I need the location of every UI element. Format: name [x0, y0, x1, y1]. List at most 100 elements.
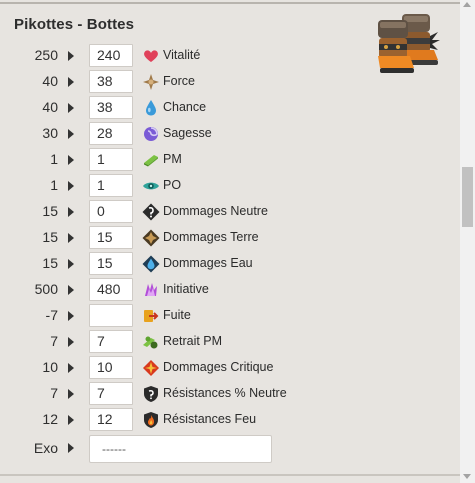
stat-base-value: 1 [50, 151, 58, 167]
neutral-damage-icon [142, 203, 160, 221]
stat-label: Dommages Terre [163, 230, 259, 244]
stat-label: Résistances % Neutre [163, 386, 287, 400]
arrow-right-icon[interactable] [68, 181, 74, 191]
stat-label: Dommages Neutre [163, 204, 268, 218]
arrow-right-icon[interactable] [68, 443, 74, 453]
stat-label: Sagesse [163, 126, 212, 140]
stat-base-value: 15 [42, 229, 58, 245]
item-title: Pikottes - Bottes [14, 16, 135, 33]
stat-base-value: 12 [42, 411, 58, 427]
exo-label: Exo [33, 440, 58, 456]
arrow-right-icon[interactable] [68, 103, 74, 113]
wisdom-icon [144, 127, 158, 141]
stat-row-sagesse: 30 28 Sagesse [0, 122, 320, 146]
stat-base-value: 15 [42, 203, 58, 219]
boots-item-image [378, 14, 440, 73]
scroll-down-arrow-icon[interactable] [463, 474, 471, 479]
stat-label: Dommages Critique [163, 360, 274, 374]
stat-row-dommages-neutre: 15 0 Dommages Neutre [0, 200, 320, 224]
stat-row-force: 40 38 Force [0, 70, 320, 94]
stat-value-input[interactable]: 1 [89, 174, 133, 197]
arrow-right-icon[interactable] [68, 233, 74, 243]
arrow-right-icon[interactable] [68, 207, 74, 217]
exo-select[interactable]: ------ [89, 435, 272, 463]
stat-base-value: 30 [42, 125, 58, 141]
stat-base-value: -7 [45, 307, 58, 323]
arrow-right-icon[interactable] [68, 285, 74, 295]
water-damage-icon [142, 255, 160, 273]
fire-resistance-icon [144, 412, 158, 428]
exo-row: Exo ------ [0, 435, 320, 465]
initiative-icon [145, 283, 157, 296]
item-panel: Pikottes - Bottes 250 240 Vitalité 40 38… [0, 0, 460, 483]
heart-icon [144, 50, 158, 62]
stat-base-value: 500 [34, 281, 58, 297]
stat-label: PO [163, 178, 182, 192]
earth-damage-icon [142, 229, 160, 247]
force-icon [143, 74, 159, 90]
arrow-right-icon[interactable] [68, 77, 74, 87]
arrow-right-icon[interactable] [68, 415, 74, 425]
flee-icon [144, 310, 159, 322]
neutral-resistance-icon [144, 386, 158, 402]
critical-damage-icon [143, 360, 159, 376]
stat-row-resistance-neutre: 7 7 Résistances % Neutre [0, 382, 320, 406]
arrow-right-icon[interactable] [68, 337, 74, 347]
stat-base-value: 7 [50, 385, 58, 401]
eye-icon [143, 182, 159, 190]
stat-label: Initiative [163, 282, 209, 296]
stat-base-value: 1 [50, 177, 58, 193]
stat-base-value: 250 [34, 47, 58, 63]
stat-base-value: 7 [50, 333, 58, 349]
stat-row-initiative: 500 480 Initiative [0, 278, 320, 302]
stat-value-input[interactable]: 7 [89, 382, 133, 405]
stat-value-input[interactable]: 28 [89, 122, 133, 145]
stat-value-input[interactable]: 15 [89, 252, 133, 275]
arrow-right-icon[interactable] [68, 155, 74, 165]
stat-label: PM [163, 152, 182, 166]
stat-label: Retrait PM [163, 334, 223, 348]
stat-row-fuite: -7 Fuite [0, 304, 320, 328]
panel-bottom-divider [0, 474, 460, 476]
stat-base-value: 40 [42, 73, 58, 89]
stat-value-input[interactable]: 1 [89, 148, 133, 171]
stat-value-input[interactable] [89, 304, 133, 327]
arrow-right-icon[interactable] [68, 259, 74, 269]
scroll-up-arrow-icon[interactable] [463, 2, 471, 7]
arrow-right-icon[interactable] [68, 129, 74, 139]
stat-value-input[interactable]: 0 [89, 200, 133, 223]
stat-value-input[interactable]: 12 [89, 408, 133, 431]
stat-row-dommages-terre: 15 15 Dommages Terre [0, 226, 320, 250]
arrow-right-icon[interactable] [68, 389, 74, 399]
stat-base-value: 15 [42, 255, 58, 271]
stat-value-input[interactable]: 7 [89, 330, 133, 353]
stat-value-input[interactable]: 38 [89, 70, 133, 93]
arrow-right-icon[interactable] [68, 51, 74, 61]
vertical-scrollbar[interactable] [460, 0, 475, 483]
pm-icon [144, 155, 158, 167]
stat-base-value: 40 [42, 99, 58, 115]
panel-top-divider [0, 2, 460, 4]
arrow-right-icon[interactable] [68, 363, 74, 373]
stat-row-pm: 1 1 PM [0, 148, 320, 172]
stat-label: Résistances Feu [163, 412, 257, 426]
stat-row-dommages-critique: 10 10 Dommages Critique [0, 356, 320, 380]
stat-value-input[interactable]: 480 [89, 278, 133, 301]
stat-label: Chance [163, 100, 207, 114]
stat-label: Dommages Eau [163, 256, 253, 270]
stat-label: Fuite [163, 308, 191, 322]
scrollbar-thumb[interactable] [462, 167, 473, 227]
stat-row-dommages-eau: 15 15 Dommages Eau [0, 252, 320, 276]
stat-row-po: 1 1 PO [0, 174, 320, 198]
arrow-right-icon[interactable] [68, 311, 74, 321]
stat-value-input[interactable]: 240 [89, 44, 133, 67]
water-drop-icon [146, 100, 156, 116]
stat-value-input[interactable]: 10 [89, 356, 133, 379]
stat-row-retrait-pm: 7 7 Retrait PM [0, 330, 320, 354]
stat-base-value: 10 [42, 359, 58, 375]
stat-row-vitalite: 250 240 Vitalité [0, 44, 320, 68]
stat-value-input[interactable]: 38 [89, 96, 133, 119]
stat-row-chance: 40 38 Chance [0, 96, 320, 120]
stat-value-input[interactable]: 15 [89, 226, 133, 249]
stat-label: Force [163, 74, 195, 88]
